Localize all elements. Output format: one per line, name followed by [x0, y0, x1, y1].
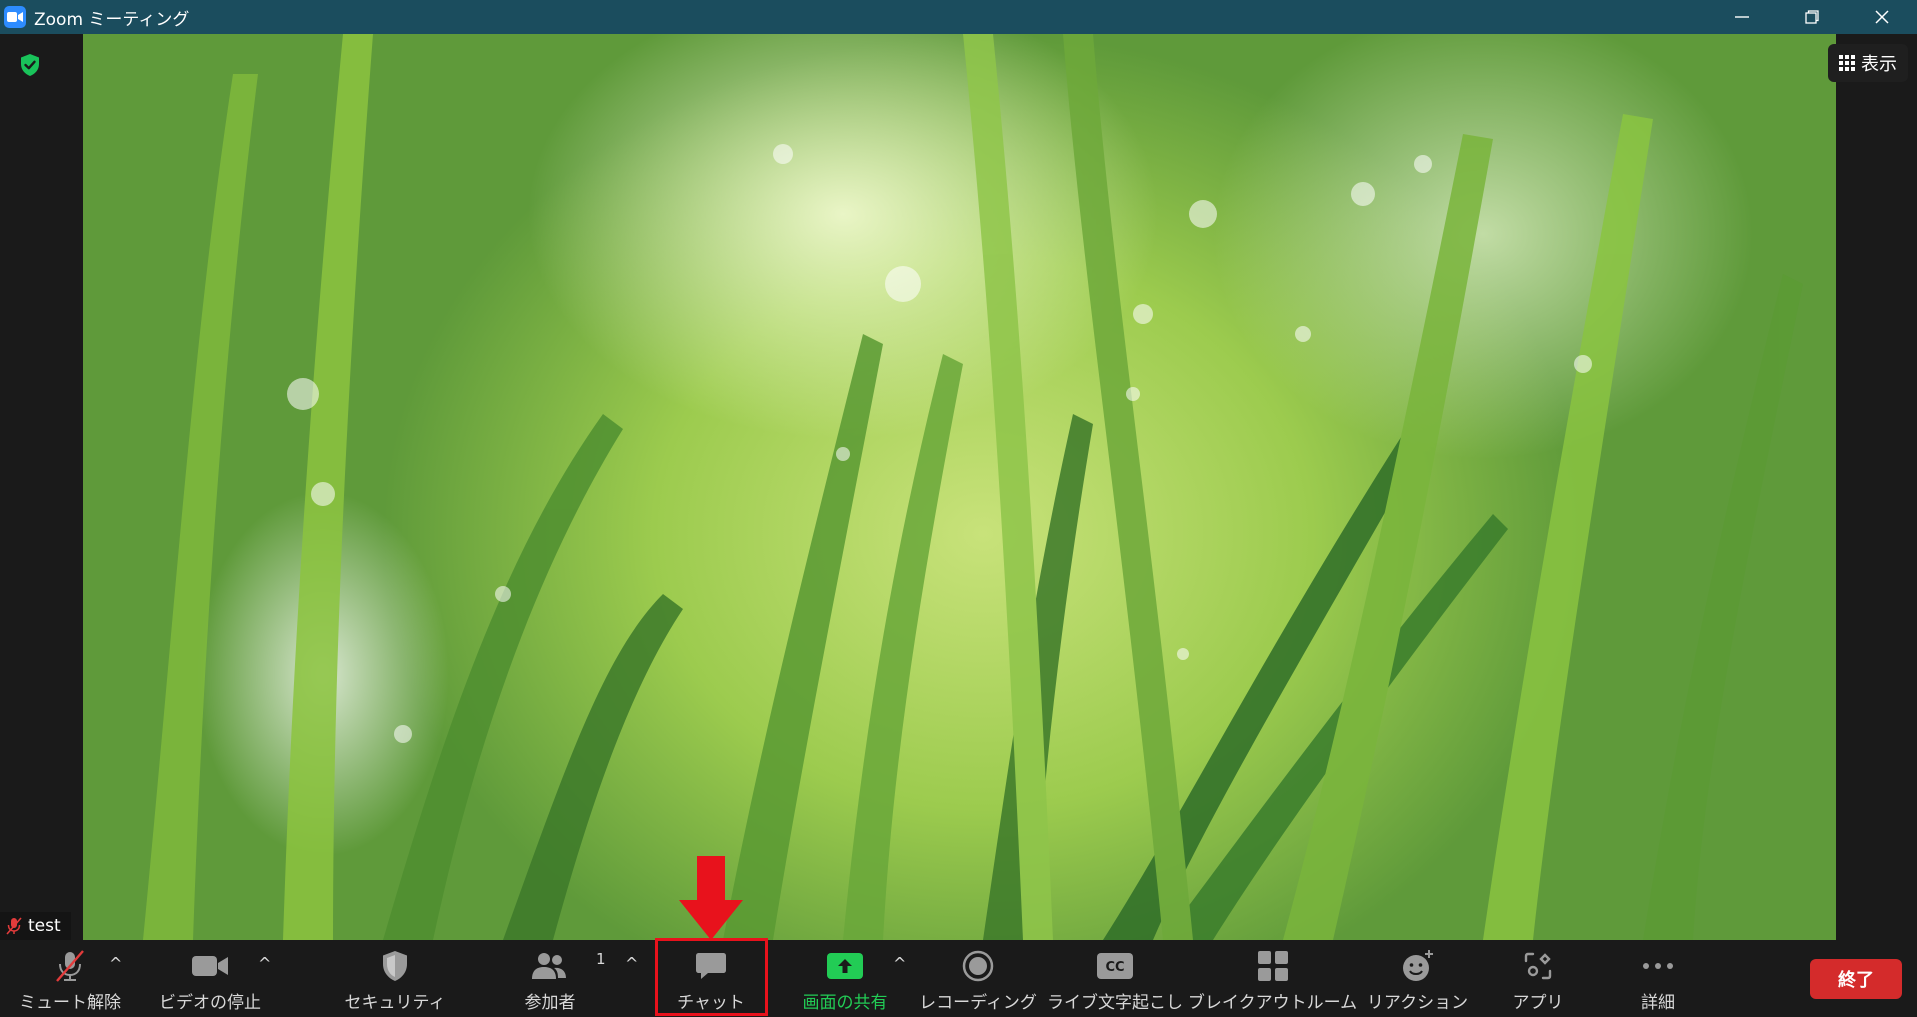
record-button[interactable]: レコーディング: [918, 940, 1038, 1017]
window-titlebar: Zoom ミーティング: [0, 0, 1917, 34]
share-screen-icon: [827, 953, 863, 979]
mute-label: ミュート解除: [19, 993, 121, 1013]
breakout-grid-icon: [1257, 951, 1288, 981]
restore-icon: [1805, 10, 1819, 24]
annotation-arrow-icon: [679, 856, 743, 940]
minimize-button[interactable]: [1707, 0, 1777, 34]
breakout-rooms-label: ブレイクアウトルーム: [1187, 993, 1358, 1013]
view-button[interactable]: 表示: [1828, 44, 1908, 82]
shield-icon: [383, 951, 407, 981]
grid-icon: [1839, 55, 1855, 71]
more-button[interactable]: 詳細: [1618, 940, 1698, 1017]
close-icon: [1875, 10, 1889, 24]
record-label: レコーディング: [919, 993, 1037, 1013]
video-feed: [83, 34, 1836, 940]
people-icon: [532, 953, 566, 979]
video-options-caret[interactable]: ^: [258, 954, 271, 973]
mute-options-caret[interactable]: ^: [109, 954, 122, 973]
participant-name-tag: test: [0, 912, 71, 940]
participant-count: 1: [596, 950, 606, 968]
record-icon: [962, 950, 994, 982]
security-button[interactable]: セキュリティ: [340, 940, 450, 1017]
reactions-label: リアクション: [1366, 993, 1469, 1013]
share-screen-label: 画面の共有: [802, 993, 888, 1013]
reactions-button[interactable]: リアクション: [1366, 940, 1469, 1017]
participant-name: test: [28, 916, 61, 936]
more-label: 詳細: [1641, 993, 1675, 1013]
end-meeting-button[interactable]: 終了: [1810, 959, 1902, 999]
share-options-caret[interactable]: ^: [893, 954, 906, 973]
close-button[interactable]: [1847, 0, 1917, 34]
breakout-rooms-button[interactable]: ブレイクアウトルーム: [1188, 940, 1357, 1017]
smiley-plus-icon: [1402, 950, 1433, 981]
meeting-stage: 表示 test: [0, 34, 1917, 940]
zoom-camera-icon: [4, 6, 26, 28]
live-transcript-label: ライブ文字起こし: [1047, 993, 1183, 1013]
restore-button[interactable]: [1777, 0, 1847, 34]
ellipsis-icon: [1643, 963, 1673, 969]
view-button-label: 表示: [1861, 54, 1897, 75]
video-camera-icon: [192, 956, 228, 976]
mute-button[interactable]: ミュート解除: [19, 940, 121, 1017]
microphone-muted-icon: [56, 950, 84, 982]
participants-button[interactable]: 1 参加者: [510, 940, 606, 1017]
microphone-muted-icon: [6, 917, 22, 935]
participants-label: 参加者: [524, 993, 576, 1013]
window-title: Zoom ミーティング: [34, 9, 190, 30]
apps-icon: [1524, 952, 1552, 980]
minimize-icon: [1735, 16, 1749, 18]
cc-icon: CC: [1097, 953, 1133, 979]
live-transcript-button[interactable]: CC ライブ文字起こし: [1047, 940, 1183, 1017]
video-button[interactable]: ビデオの停止: [155, 940, 265, 1017]
share-screen-button[interactable]: 画面の共有: [790, 940, 900, 1017]
participants-options-caret[interactable]: ^: [625, 954, 638, 973]
security-label: セキュリティ: [344, 993, 446, 1013]
apps-button[interactable]: アプリ: [1498, 940, 1578, 1017]
chat-highlight-box: [655, 938, 768, 1016]
video-label: ビデオの停止: [159, 993, 261, 1013]
apps-label: アプリ: [1512, 993, 1564, 1013]
svg-text:CC: CC: [1105, 960, 1124, 975]
meeting-toolbar: ミュート解除 ^ ビデオの停止 ^ セキュリティ 1 参加者 ^ チャット 画面…: [0, 940, 1917, 1017]
shield-check-icon[interactable]: [16, 50, 44, 80]
